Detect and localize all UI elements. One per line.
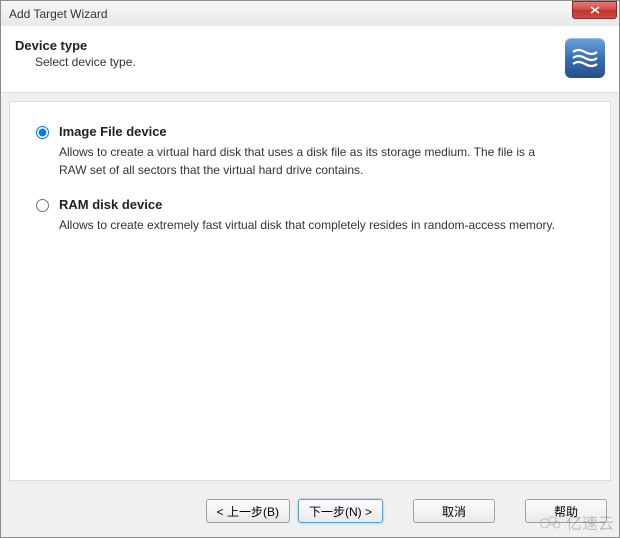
close-icon: [590, 6, 600, 14]
radio-image-file[interactable]: [36, 126, 49, 139]
page-title: Device type: [15, 38, 565, 53]
option-ram-disk: RAM disk device Allows to create extreme…: [36, 197, 584, 234]
wizard-content: Image File device Allows to create a vir…: [9, 101, 611, 481]
help-button[interactable]: 帮助: [525, 499, 607, 523]
cancel-button[interactable]: 取消: [413, 499, 495, 523]
app-logo-icon: [565, 38, 605, 78]
close-button[interactable]: [572, 1, 617, 19]
radio-ram-disk[interactable]: [36, 199, 49, 212]
option-description: Allows to create a virtual hard disk tha…: [59, 143, 559, 179]
wizard-footer: < 上一步(B) 下一步(N) > 取消 帮助: [1, 489, 619, 537]
option-title: Image File device: [59, 124, 584, 139]
option-description: Allows to create extremely fast virtual …: [59, 216, 559, 234]
window-body: Device type Select device type. Image Fi…: [0, 26, 620, 538]
back-button[interactable]: < 上一步(B): [206, 499, 290, 523]
page-subtitle: Select device type.: [35, 55, 565, 69]
next-button[interactable]: 下一步(N) >: [298, 499, 383, 523]
wizard-header: Device type Select device type.: [1, 26, 619, 93]
window-title: Add Target Wizard: [9, 7, 572, 21]
option-image-file: Image File device Allows to create a vir…: [36, 124, 584, 179]
titlebar: Add Target Wizard: [0, 0, 620, 26]
option-title: RAM disk device: [59, 197, 584, 212]
